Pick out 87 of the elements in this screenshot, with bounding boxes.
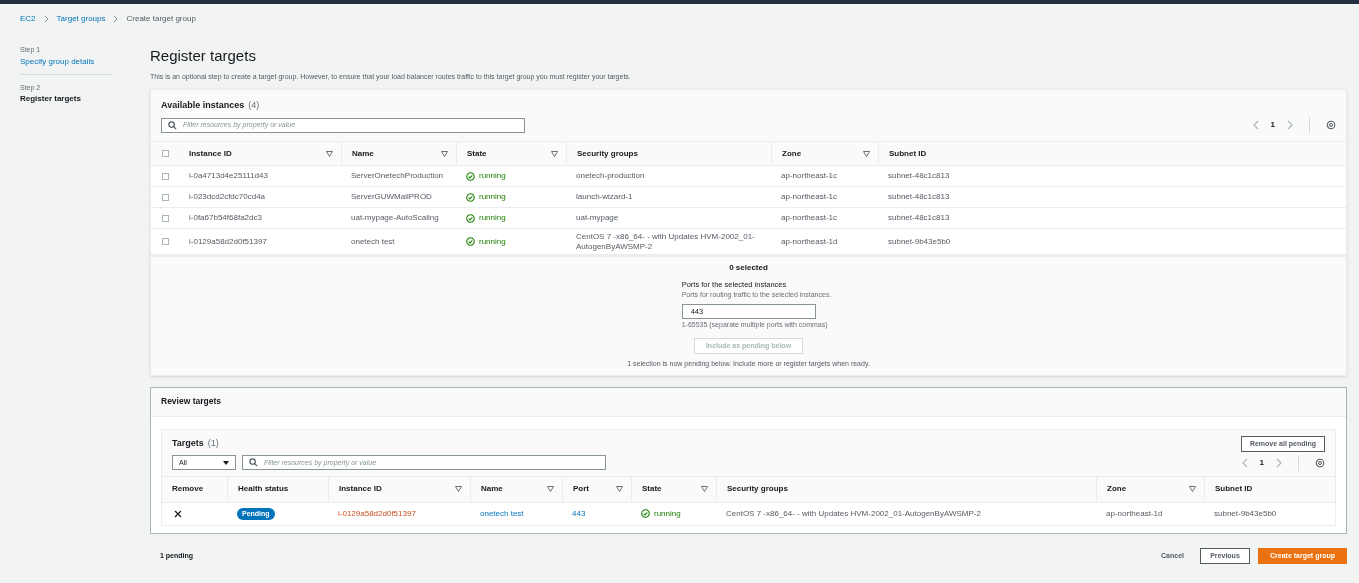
sort-icon[interactable]	[441, 150, 448, 157]
table-cell-text: subnet-9b43e5b0	[1213, 507, 1278, 520]
column-header: Name	[352, 147, 374, 160]
page-number[interactable]: 1	[1270, 119, 1275, 131]
column-header: Health status	[238, 483, 289, 496]
selected-count: 0 selected	[729, 262, 768, 274]
table-cell-text: subnet-48c1c813	[887, 191, 951, 203]
table-cell-text: ap-northeast-1c	[780, 191, 839, 203]
table-cell-text: subnet-48c1c813	[887, 170, 951, 182]
check-circle-icon	[466, 213, 475, 223]
sort-icon[interactable]	[455, 486, 462, 493]
count-text: (1)	[207, 437, 219, 450]
state-text: running	[479, 235, 506, 248]
table-cell-text: ap-northeast-1c	[780, 212, 839, 224]
step-link[interactable]: Register targets	[20, 93, 113, 105]
table-cell-text: launch-wizard-1	[575, 192, 634, 202]
sort-icon[interactable]	[863, 150, 870, 157]
column-header: Instance ID	[339, 483, 382, 496]
check-circle-icon	[466, 237, 475, 246]
state-text: running	[479, 170, 506, 182]
sort-icon[interactable]	[1189, 486, 1196, 493]
breadcrumb-text: Create target group	[126, 13, 196, 25]
column-header: Instance ID	[189, 147, 232, 160]
table-cell-text: CentOS 7 -x86_64- - with Updates HVM-2002_01-AutogenByAWSMP-2	[725, 507, 982, 520]
table-cell-text: i-023dcd2cfdc70cd4a	[188, 191, 267, 203]
table-cell-text: ServerGUWMailPROD	[350, 191, 433, 203]
table-cell-text: ap-northeast-1c	[780, 170, 839, 182]
table-cell-text: 443	[571, 507, 587, 520]
sort-icon[interactable]	[701, 486, 708, 493]
settings-icon[interactable]	[1326, 120, 1336, 130]
check-circle-icon	[641, 509, 650, 519]
table-cell-text: i-0a4713d4e25111d43	[188, 170, 269, 182]
column-header: Security groups	[577, 147, 638, 160]
panel-title: Targets	[172, 437, 204, 450]
table-cell-text: ServerOnetechProduction	[350, 170, 445, 182]
chevron-right-icon	[43, 15, 49, 23]
sort-icon[interactable]	[616, 486, 623, 493]
column-header: Zone	[782, 147, 802, 160]
checkbox[interactable]	[161, 150, 169, 157]
state-text: running	[654, 507, 681, 520]
table-cell-text: i-0129a58d2d0f51397	[337, 507, 417, 520]
checkbox[interactable]	[161, 238, 169, 245]
table-cell-text: onetech-production	[575, 171, 646, 181]
state-text: running	[479, 191, 506, 203]
sort-icon[interactable]	[326, 150, 333, 157]
table-cell-text: CentOS 7 -x86_64- - with Updates HVM-2002_01-AutogenByAWSMP-2	[575, 231, 756, 252]
column-header: State	[467, 147, 487, 160]
column-header: Subnet ID	[1215, 483, 1253, 496]
table-cell-text: onetech test	[350, 235, 396, 248]
panel-title: Review targets	[161, 395, 221, 409]
close-icon[interactable]	[174, 509, 182, 518]
table-cell-text: uat-mypage-AutoScaling	[350, 212, 440, 224]
table-cell-text: uat-mypage	[575, 213, 620, 223]
sort-icon[interactable]	[547, 486, 554, 493]
table-cell-text: ap-northeast-1d	[780, 235, 839, 248]
search-icon	[168, 120, 177, 130]
settings-icon[interactable]	[1315, 457, 1325, 468]
checkbox[interactable]	[161, 214, 169, 222]
count-text: (4)	[248, 98, 260, 112]
column-header: Port	[573, 483, 589, 496]
table-cell-text: i-0fa67b54f68fa2dc3	[188, 212, 263, 224]
caret-down-icon	[223, 460, 229, 465]
sort-icon[interactable]	[551, 150, 558, 157]
chevron-right-icon	[113, 15, 119, 23]
breadcrumb-link[interactable]: EC2	[20, 13, 36, 25]
column-header: State	[642, 483, 662, 496]
search-icon	[249, 458, 258, 468]
table-cell-text: onetech test	[479, 507, 525, 520]
page-title: Register targets	[150, 48, 257, 63]
checkbox[interactable]	[161, 172, 169, 180]
column-header: Security groups	[727, 483, 788, 496]
breadcrumb-link[interactable]: Target groups	[56, 13, 106, 25]
table-cell-text: subnet-9b43e5b0	[887, 235, 952, 248]
column-header: Zone	[1107, 483, 1127, 496]
panel-title: Available instances	[161, 98, 245, 112]
check-circle-icon	[466, 171, 475, 181]
check-circle-icon	[466, 192, 475, 202]
column-header: Name	[481, 483, 503, 496]
state-text: running	[479, 212, 506, 224]
table-cell-text: subnet-48c1c813	[887, 212, 951, 224]
table-cell-text: ap-northeast-1d	[1105, 507, 1164, 520]
page-number[interactable]: 1	[1259, 456, 1264, 469]
table-cell-text: i-0129a58d2d0f51397	[188, 235, 268, 248]
checkbox[interactable]	[161, 193, 169, 201]
step-link[interactable]: Specify group details	[20, 55, 113, 68]
column-header: Subnet ID	[889, 147, 927, 160]
column-header: Remove	[172, 483, 204, 496]
